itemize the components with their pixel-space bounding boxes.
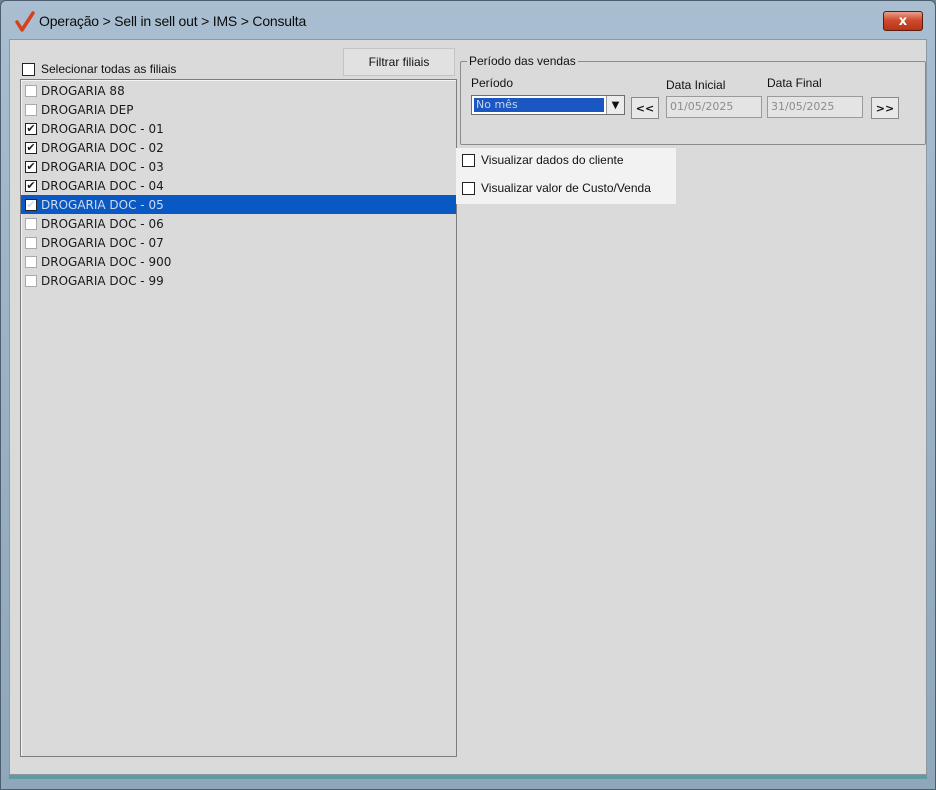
branch-label: DROGARIA DOC - 900 <box>41 254 172 269</box>
close-button[interactable]: x <box>883 11 923 31</box>
checkmark-icon[interactable]: ✔ <box>25 122 37 135</box>
end-date-field[interactable]: 31/05/2025 <box>767 96 863 118</box>
checkmark-icon[interactable]: ✔ <box>25 141 37 154</box>
branch-label: DROGARIA DOC - 06 <box>41 216 164 231</box>
branch-list-item[interactable]: DROGARIA 88 <box>21 81 456 100</box>
checkmark-icon[interactable]: ✔ <box>25 198 37 211</box>
view-options-box: Visualizar dados do cliente Visualizar v… <box>456 148 676 204</box>
branch-list-item[interactable]: DROGARIA DOC - 900 <box>21 252 456 271</box>
filter-branches-button[interactable]: Filtrar filiais <box>343 48 455 76</box>
period-select[interactable]: No mês ▼ <box>471 95 625 115</box>
branch-list-item[interactable]: ✔ DROGARIA DOC - 03 <box>21 157 456 176</box>
branch-list-item[interactable]: ✔ DROGARIA DOC - 05 <box>21 195 456 214</box>
branch-label: DROGARIA DOC - 01 <box>41 121 164 136</box>
bottom-border-strip <box>9 775 927 779</box>
previous-period-button[interactable]: << <box>631 97 659 119</box>
branch-list-item[interactable]: DROGARIA DOC - 99 <box>21 271 456 290</box>
checkbox-box <box>462 153 475 167</box>
show-client-data-label: Visualizar dados do cliente <box>481 153 624 167</box>
branch-list: DROGARIA 88 DROGARIA DEP ✔ DROGARIA DOC - 0… <box>20 79 457 757</box>
checkbox-box[interactable] <box>25 236 37 249</box>
branch-list-item[interactable]: DROGARIA DOC - 06 <box>21 214 456 233</box>
checkmark-icon[interactable]: ✔ <box>25 160 37 173</box>
branch-label: DROGARIA DOC - 99 <box>41 273 164 288</box>
app-window: Operação > Sell in sell out > IMS > Cons… <box>0 0 936 790</box>
branch-label: DROGARIA DOC - 07 <box>41 235 164 250</box>
show-cost-sale-checkbox[interactable]: Visualizar valor de Custo/Venda <box>462 181 651 195</box>
branch-list-item[interactable]: ✔ DROGARIA DOC - 02 <box>21 138 456 157</box>
sales-period-group-title: Período das vendas <box>467 54 578 68</box>
close-icon: x <box>898 13 908 29</box>
checkbox-box[interactable] <box>25 255 37 268</box>
start-date-field[interactable]: 01/05/2025 <box>666 96 762 118</box>
branch-label: DROGARIA DOC - 02 <box>41 140 164 155</box>
sales-period-group: Período das vendas Período No mês ▼ << D… <box>460 54 926 145</box>
checkmark-icon[interactable]: ✔ <box>25 179 37 192</box>
checkbox-box[interactable] <box>25 84 37 97</box>
select-all-branches-checkbox[interactable]: Selecionar todas as filiais <box>22 62 176 76</box>
checkmark-app-icon <box>15 11 35 32</box>
end-date-label: Data Final <box>767 76 822 90</box>
branch-list-item[interactable]: ✔ DROGARIA DOC - 04 <box>21 176 456 195</box>
start-date-label: Data Inicial <box>666 78 726 92</box>
title-bar: Operação > Sell in sell out > IMS > Cons… <box>1 1 935 39</box>
branch-list-item[interactable]: DROGARIA DOC - 07 <box>21 233 456 252</box>
checkbox-box <box>462 181 475 195</box>
client-area: Selecionar todas as filiais Filtrar fili… <box>9 39 927 775</box>
next-period-button[interactable]: >> <box>871 97 899 119</box>
branch-list-item[interactable]: ✔ DROGARIA DOC - 01 <box>21 119 456 138</box>
period-label: Período <box>471 76 514 90</box>
branch-label: DROGARIA DOC - 03 <box>41 159 164 174</box>
checkbox-box[interactable] <box>25 274 37 287</box>
checkbox-box[interactable] <box>25 217 37 230</box>
branch-label: DROGARIA DOC - 05 <box>41 197 164 212</box>
show-client-data-checkbox[interactable]: Visualizar dados do cliente <box>462 153 624 167</box>
branch-label: DROGARIA DOC - 04 <box>41 178 164 193</box>
window-title: Operação > Sell in sell out > IMS > Cons… <box>39 13 307 29</box>
checkbox-box[interactable] <box>25 103 37 116</box>
dropdown-arrow-icon[interactable]: ▼ <box>606 96 624 114</box>
branch-list-item[interactable]: DROGARIA DEP <box>21 100 456 119</box>
show-cost-sale-label: Visualizar valor de Custo/Venda <box>481 181 651 195</box>
branch-label: DROGARIA 88 <box>41 83 125 98</box>
select-all-label: Selecionar todas as filiais <box>41 62 177 76</box>
branch-label: DROGARIA DEP <box>41 102 134 117</box>
period-select-value: No mês <box>474 98 604 112</box>
checkbox-box <box>22 62 35 76</box>
